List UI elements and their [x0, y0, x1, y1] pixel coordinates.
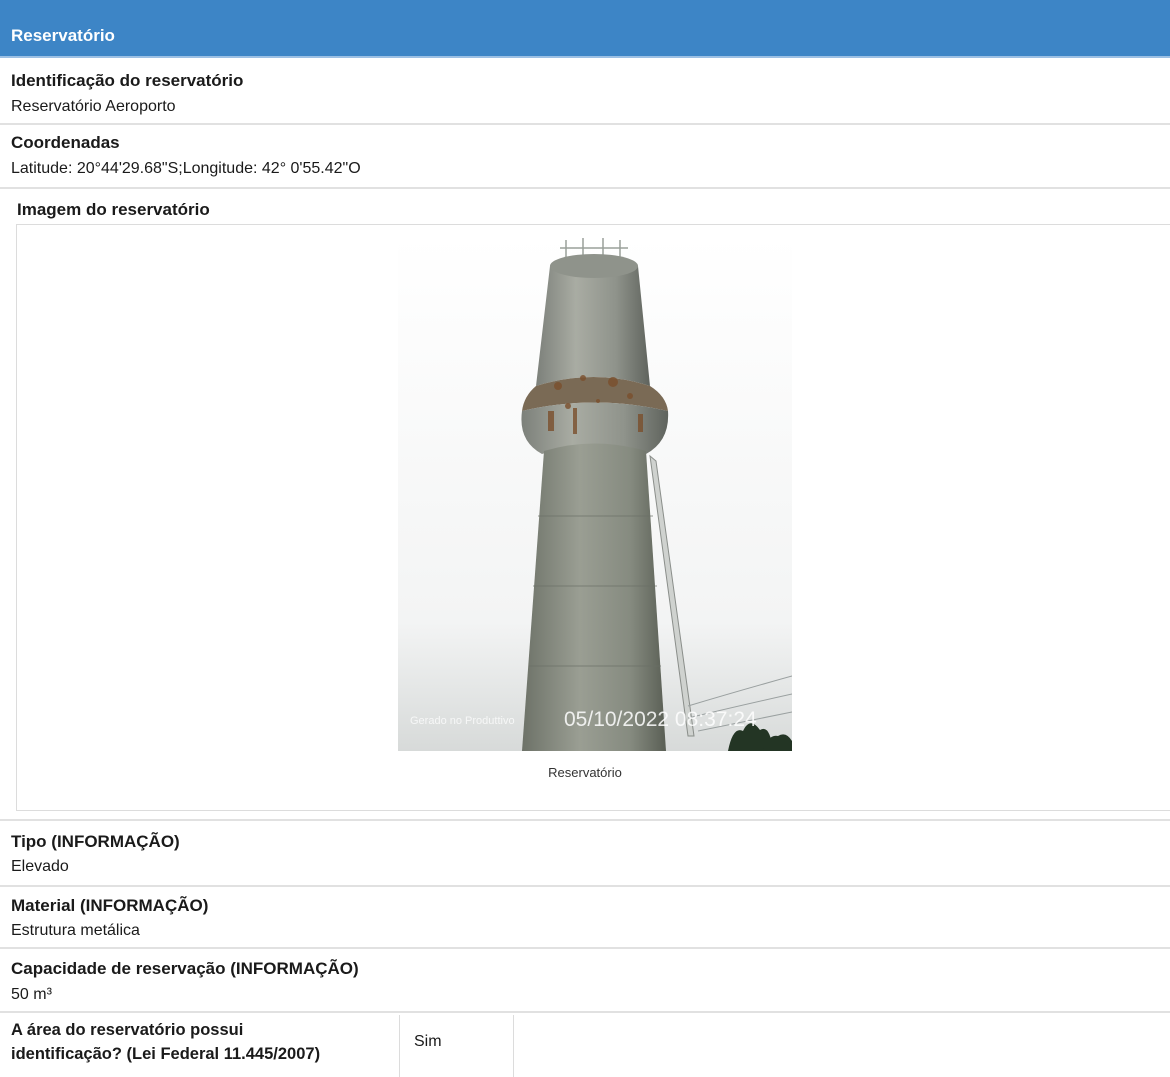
- field-label: Material (INFORMAÇÃO): [11, 896, 209, 915]
- timestamp-text: 05/10/2022 08:37:24: [564, 708, 757, 731]
- divider: [0, 187, 1170, 189]
- field-label: Tipo (INFORMAÇÃO): [11, 832, 180, 851]
- divider: [0, 885, 1170, 887]
- question-line: identificação? (Lei Federal 11.445/2007): [11, 1045, 321, 1063]
- section-header: Reservatório: [0, 0, 1170, 58]
- field-value: 50 m³: [11, 986, 52, 1003]
- divider: [0, 123, 1170, 125]
- field-value: Latitude: 20°44'29.68"S;Longitude: 42° 0…: [11, 160, 361, 177]
- section-title: Reservatório: [11, 26, 115, 45]
- divider: [0, 1011, 1170, 1013]
- question-line: A área do reservatório possui: [11, 1021, 244, 1039]
- field-value: Estrutura metálica: [11, 922, 140, 939]
- question-cell: A área do reservatório possui identifica…: [0, 1015, 400, 1077]
- field-label: Capacidade de reservação (INFORMAÇÃO): [11, 959, 359, 978]
- image-caption: Reservatório: [548, 765, 622, 780]
- field-label: Coordenadas: [11, 133, 120, 152]
- field-label: Identificação do reservatório: [11, 71, 244, 90]
- answer-text: Sim: [414, 1033, 442, 1050]
- divider: [0, 819, 1170, 821]
- field-label: Imagem do reservatório: [17, 200, 210, 219]
- watermark-text: Gerado no Produttivo: [410, 715, 515, 727]
- table-row: A área do reservatório possui identifica…: [0, 1015, 1170, 1077]
- field-value: Reservatório Aeroporto: [11, 98, 176, 115]
- question-text: A área do reservatório possui identifica…: [11, 1018, 396, 1066]
- reservoir-photo: Gerado no Produttivo 05/10/2022 08:37:24: [398, 236, 792, 751]
- answer-cell: Sim: [400, 1015, 514, 1077]
- field-value: Elevado: [11, 858, 69, 875]
- divider: [0, 947, 1170, 949]
